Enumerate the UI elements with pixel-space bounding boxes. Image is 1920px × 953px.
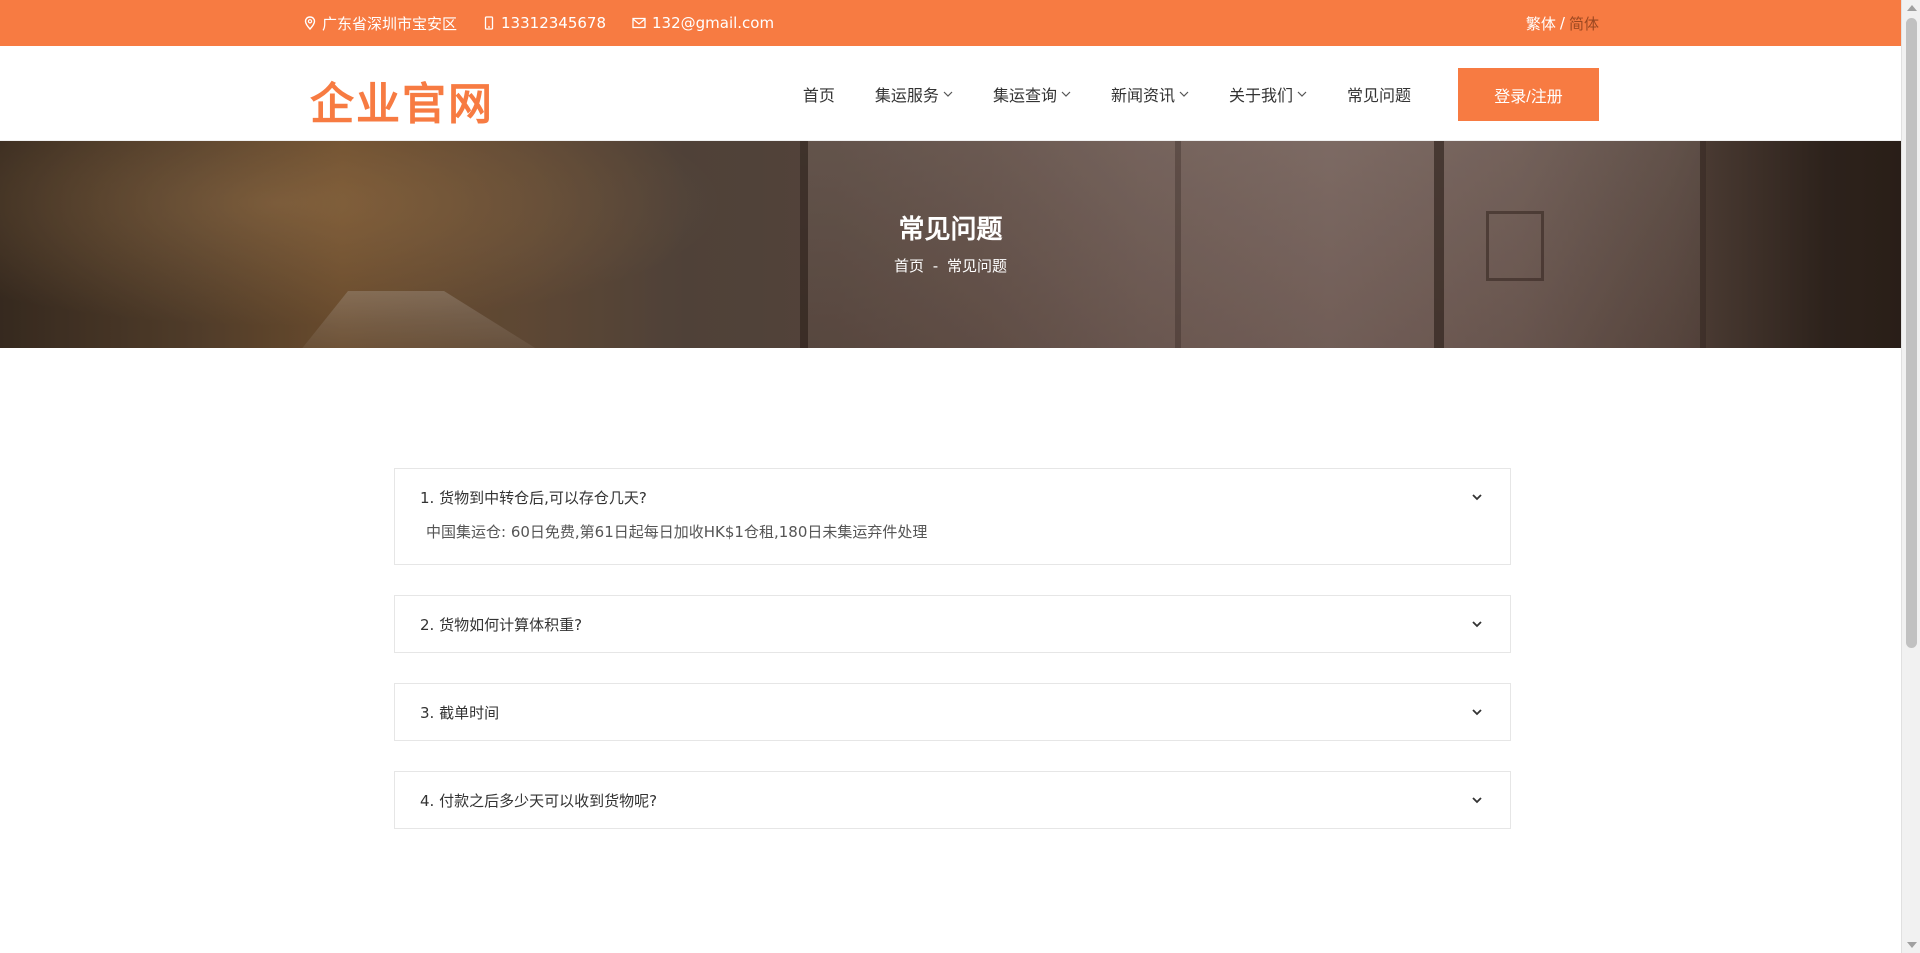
- nav-item-home[interactable]: 首页: [803, 82, 835, 106]
- contact-info: 广东省深圳市宝安区 13312345678 132@gmail.com: [304, 0, 774, 46]
- faq-question: 4. 付款之后多少天可以收到货物呢?: [420, 791, 658, 810]
- nav-label: 新闻资讯: [1110, 85, 1175, 105]
- language-switcher: 繁体 / 简体: [1526, 0, 1599, 46]
- lang-traditional-link[interactable]: 繁体: [1526, 13, 1556, 34]
- chevron-down-icon: [1297, 91, 1307, 97]
- breadcrumb-home-link[interactable]: 首页: [894, 257, 924, 275]
- faq-question-toggle[interactable]: 2. 货物如何计算体积重?: [395, 596, 1510, 652]
- nav-item-about[interactable]: 关于我们: [1229, 82, 1307, 106]
- chevron-down-icon: [1472, 708, 1482, 715]
- faq-item: 4. 付款之后多少天可以收到货物呢?: [394, 771, 1511, 829]
- email-item[interactable]: 132@gmail.com: [632, 14, 774, 32]
- location-pin-icon: [304, 16, 316, 30]
- faq-question: 1. 货物到中转仓后,可以存仓几天?: [420, 488, 647, 507]
- address-item: 广东省深圳市宝安区: [304, 13, 457, 34]
- site-header: 企业官网 首页 集运服务 集运查询 新闻资讯 关于我们 常见问题 登录/注册: [0, 46, 1901, 141]
- chevron-down-icon: [1472, 620, 1482, 627]
- nav-item-news[interactable]: 新闻资讯: [1111, 82, 1189, 106]
- breadcrumb-current: 常见问题: [946, 257, 1007, 275]
- chevron-down-icon: [1472, 493, 1482, 500]
- chevron-down-icon: [1179, 91, 1189, 97]
- nav-label: 常见问题: [1346, 85, 1411, 105]
- faq-question: 3. 截单时间: [420, 703, 500, 722]
- nav-item-shipping-query[interactable]: 集运查询: [993, 82, 1071, 106]
- faq-question-toggle[interactable]: 4. 付款之后多少天可以收到货物呢?: [395, 772, 1510, 828]
- chevron-down-icon: [943, 91, 953, 97]
- faq-question-toggle[interactable]: 3. 截单时间: [395, 684, 1510, 740]
- lang-simplified-link[interactable]: 简体: [1569, 13, 1599, 34]
- phone-text[interactable]: 13312345678: [501, 14, 606, 32]
- nav-label: 集运查询: [992, 85, 1057, 105]
- scrollbar-thumb[interactable]: [1906, 18, 1917, 648]
- scroll-up-arrow-icon[interactable]: [1907, 5, 1917, 11]
- email-text[interactable]: 132@gmail.com: [652, 14, 774, 32]
- lang-separator: /: [1559, 14, 1565, 32]
- faq-question: 2. 货物如何计算体积重?: [420, 615, 583, 634]
- breadcrumb-separator: -: [932, 257, 939, 275]
- nav-item-shipping-services[interactable]: 集运服务: [875, 82, 953, 106]
- breadcrumb: 首页 - 常见问题: [0, 255, 1901, 276]
- page-title: 常见问题: [898, 215, 1003, 245]
- faq-item: 1. 货物到中转仓后,可以存仓几天? 中国集运仓: 60日免费,第61日起每日加…: [394, 468, 1511, 565]
- scroll-down-arrow-icon[interactable]: [1907, 942, 1917, 948]
- phone-item[interactable]: 13312345678: [483, 14, 606, 32]
- chevron-down-icon: [1061, 91, 1071, 97]
- nav-label: 集运服务: [874, 85, 939, 105]
- page-banner: 常见问题 首页 - 常见问题: [0, 141, 1901, 348]
- faq-item: 3. 截单时间: [394, 683, 1511, 741]
- mobile-phone-icon: [484, 16, 494, 30]
- login-register-button[interactable]: 登录/注册: [1458, 68, 1599, 121]
- nav-label: 首页: [802, 85, 835, 105]
- faq-list: 1. 货物到中转仓后,可以存仓几天? 中国集运仓: 60日免费,第61日起每日加…: [394, 468, 1511, 859]
- chevron-down-icon: [1472, 796, 1482, 803]
- envelope-icon: [632, 17, 646, 29]
- nav-item-faq[interactable]: 常见问题: [1347, 82, 1411, 106]
- nav-label: 关于我们: [1228, 85, 1293, 105]
- faq-item: 2. 货物如何计算体积重?: [394, 595, 1511, 653]
- top-bar: 广东省深圳市宝安区 13312345678 132@gmail.com 繁体 /: [0, 0, 1901, 46]
- page-scrollbar[interactable]: [1901, 0, 1920, 953]
- faq-answer: 中国集运仓: 60日免费,第61日起每日加收HK$1仓租,180日未集运弃件处理: [426, 523, 928, 541]
- main-nav: 首页 集运服务 集运查询 新闻资讯 关于我们 常见问题: [803, 46, 1411, 141]
- site-logo[interactable]: 企业官网: [310, 68, 494, 132]
- address-text: 广东省深圳市宝安区: [322, 14, 458, 33]
- faq-question-toggle[interactable]: 1. 货物到中转仓后,可以存仓几天?: [395, 469, 1510, 525]
